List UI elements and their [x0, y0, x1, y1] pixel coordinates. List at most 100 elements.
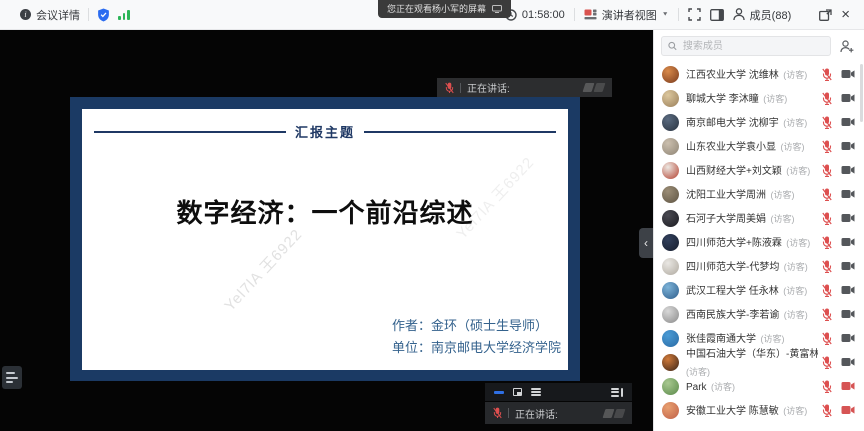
mic-muted-icon[interactable]: [822, 260, 832, 273]
mic-muted-icon[interactable]: [822, 380, 832, 393]
member-row[interactable]: 四川师范大学-代梦均 (访客): [654, 254, 864, 278]
member-role: (访客): [786, 238, 810, 248]
info-icon: i: [20, 9, 31, 20]
security-shield-icon[interactable]: [97, 8, 110, 22]
avatar: [662, 306, 679, 323]
avatar: [662, 162, 679, 179]
side-panel-icon[interactable]: [710, 9, 724, 21]
member-list[interactable]: 江西农业大学 沈维林 (访客) 聊城大学 李沐瞳 (访客): [654, 62, 864, 431]
member-row[interactable]: 四川师范大学+陈液霖 (访客): [654, 230, 864, 254]
mic-muted-icon[interactable]: [822, 332, 832, 345]
member-role: (访客): [770, 214, 794, 224]
member-name: 四川师范大学+陈液霖: [686, 238, 782, 249]
add-member-button[interactable]: [836, 36, 858, 56]
member-row[interactable]: 江西农业大学 沈维林 (访客): [654, 62, 864, 86]
mic-muted-icon[interactable]: [822, 188, 832, 201]
presentation-slide: Yel7lA 王6922 Yel7lA 王6922 汇报主题 数字经济：一个前沿…: [70, 97, 580, 381]
avatar: [662, 258, 679, 275]
mic-muted-icon: [493, 407, 502, 419]
restore-window-icon[interactable]: [513, 388, 522, 396]
avatar: [662, 66, 679, 83]
mic-muted-icon[interactable]: [822, 404, 832, 417]
slide-content: Yel7lA 王6922 Yel7lA 王6922 汇报主题 数字经济：一个前沿…: [82, 109, 568, 370]
meeting-details-button[interactable]: i 会议详情: [20, 7, 80, 23]
camera-icon[interactable]: [841, 93, 855, 103]
avatar: [662, 354, 679, 371]
mic-muted-icon[interactable]: [822, 140, 832, 153]
member-role: (访客): [784, 310, 808, 320]
member-name: 石河子大学周美娟: [686, 214, 766, 225]
mic-muted-icon[interactable]: [822, 236, 832, 249]
speaking-label: 正在讲话:: [515, 406, 558, 421]
mic-muted-icon[interactable]: [822, 164, 832, 177]
member-row[interactable]: 山西财经大学+刘文颖 (访客): [654, 158, 864, 182]
minimize-icon[interactable]: [494, 391, 504, 394]
camera-icon[interactable]: [841, 141, 855, 151]
member-row[interactable]: 西南民族大学-李若谕 (访客): [654, 302, 864, 326]
view-mode-selector[interactable]: 演讲者视图 ▼: [584, 7, 669, 23]
grid-view-icon[interactable]: [531, 388, 541, 396]
member-row[interactable]: 中国石油大学（华东）-黄富林 (访客): [654, 350, 864, 374]
mic-muted-icon: [445, 82, 454, 94]
member-row[interactable]: 石河子大学周美娟 (访客): [654, 206, 864, 230]
collapse-panel-handle[interactable]: ‹: [639, 228, 653, 258]
members-count-label: 成员(88): [750, 7, 792, 23]
chevron-down-icon: ▼: [662, 12, 669, 18]
camera-icon[interactable]: [841, 405, 855, 415]
camera-icon[interactable]: [841, 285, 855, 295]
view-mode-label: 演讲者视图: [602, 7, 657, 23]
camera-icon[interactable]: [841, 165, 855, 175]
mic-muted-icon[interactable]: [822, 116, 832, 129]
search-input[interactable]: [681, 40, 824, 53]
topic-header-text: 汇报主题: [295, 122, 355, 141]
member-role: (访客): [786, 166, 810, 176]
member-name: 安徽工业大学 陈慧敏: [686, 406, 779, 417]
avatar: [662, 114, 679, 131]
toggle-video-strip-icon[interactable]: [611, 388, 623, 397]
member-row[interactable]: 沈阳工业大学周洲 (访客): [654, 182, 864, 206]
camera-icon[interactable]: [841, 381, 855, 391]
members-button[interactable]: 成员(88): [733, 7, 792, 23]
camera-icon[interactable]: [841, 357, 855, 367]
mic-muted-icon[interactable]: [822, 92, 832, 105]
popout-panel-icon[interactable]: [819, 9, 832, 21]
share-control-bar: [485, 383, 632, 401]
avatar: [662, 138, 679, 155]
camera-icon[interactable]: [841, 237, 855, 247]
search-box[interactable]: [661, 36, 831, 56]
member-row[interactable]: 安徽工业大学 陈慧敏 (访客): [654, 398, 864, 422]
member-row[interactable]: 南京邮电大学 沈柳宇 (访客): [654, 110, 864, 134]
logo-watermark-icon: [604, 409, 624, 418]
slide-title: 数字经济：一个前沿综述: [82, 193, 568, 230]
camera-icon[interactable]: [841, 333, 855, 343]
camera-icon[interactable]: [841, 309, 855, 319]
member-icon: [733, 8, 745, 21]
camera-icon[interactable]: [841, 213, 855, 223]
mic-muted-icon[interactable]: [822, 284, 832, 297]
close-panel-icon[interactable]: ×: [841, 7, 850, 22]
camera-icon[interactable]: [841, 189, 855, 199]
member-name: 南京邮电大学 沈柳宇: [686, 118, 779, 129]
member-row[interactable]: 聊城大学 李沐瞳 (访客): [654, 86, 864, 110]
camera-icon[interactable]: [841, 117, 855, 127]
agenda-tab-button[interactable]: [2, 366, 22, 389]
meeting-details-label: 会议详情: [36, 7, 80, 23]
mic-muted-icon[interactable]: [822, 68, 832, 81]
member-row[interactable]: 山东农业大学袁小显 (访客): [654, 134, 864, 158]
mic-muted-icon[interactable]: [822, 212, 832, 225]
scrollbar-thumb[interactable]: [860, 64, 863, 122]
camera-icon[interactable]: [841, 69, 855, 79]
mic-muted-icon[interactable]: [822, 356, 832, 369]
divider: [574, 8, 575, 21]
member-row[interactable]: Park (访客): [654, 374, 864, 398]
mic-muted-icon[interactable]: [822, 308, 832, 321]
member-row[interactable]: 武汉工程大学 任永林 (访客): [654, 278, 864, 302]
speaker-view-icon: [584, 9, 597, 20]
network-signal-icon[interactable]: [118, 9, 130, 20]
member-role: (访客): [783, 70, 807, 80]
screen-options-icon[interactable]: [492, 5, 502, 13]
fullscreen-icon[interactable]: [688, 8, 701, 21]
camera-icon[interactable]: [841, 261, 855, 271]
speaking-banner-top: 正在讲话:: [437, 78, 612, 97]
watching-screen-toast[interactable]: 您正在观看杨小军的屏幕: [378, 0, 511, 18]
